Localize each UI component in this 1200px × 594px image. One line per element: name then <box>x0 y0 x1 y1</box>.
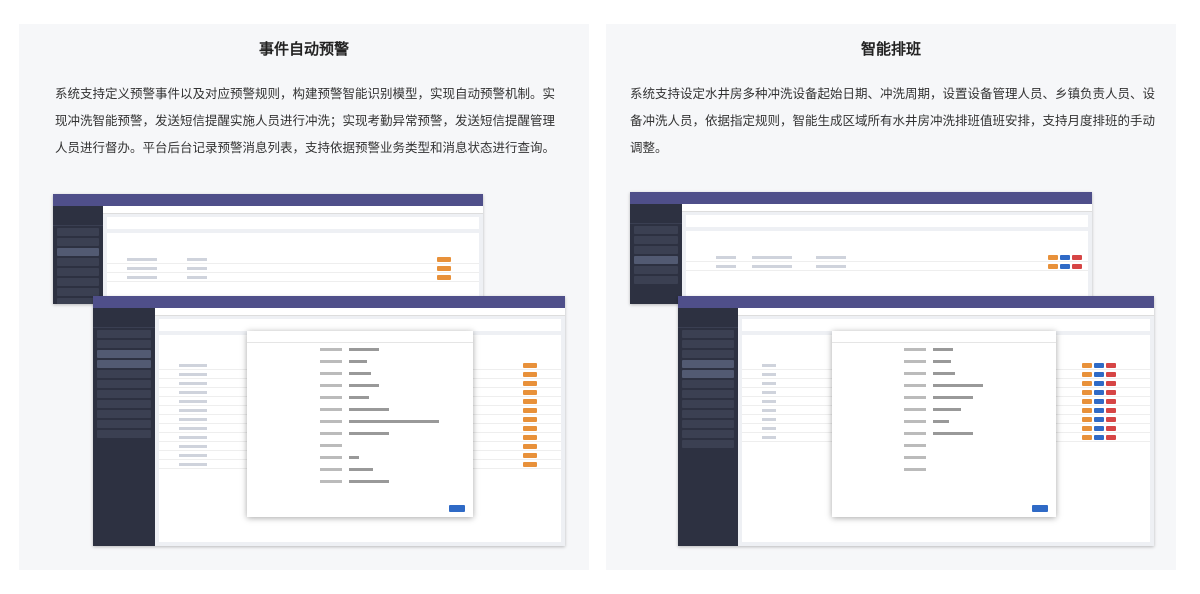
screenshot-schedule-detail <box>678 296 1154 546</box>
card-description: 系统支持定义预警事件以及对应预警规则，构建预警智能识别模型，实现自动预警机制。实… <box>55 86 556 155</box>
card-title: 事件自动预警 <box>258 40 349 58</box>
card-title: 智能排班 <box>860 40 921 58</box>
screenshot-alert-list <box>53 194 483 304</box>
feature-card-alert: 事件自动预警 系统支持定义预警事件以及对应预警规则，构建预警智能识别模型，实现自… <box>19 24 589 570</box>
screenshot-alert-detail <box>93 296 565 546</box>
card-description: 系统支持设定水井房多种冲洗设备起始日期、冲洗周期，设置设备管理人员、乡镇负责人员… <box>630 86 1156 155</box>
feature-card-scheduling: 智能排班 系统支持设定水井房多种冲洗设备起始日期、冲洗周期，设置设备管理人员、乡… <box>606 24 1176 570</box>
screenshot-schedule-list <box>630 192 1092 304</box>
